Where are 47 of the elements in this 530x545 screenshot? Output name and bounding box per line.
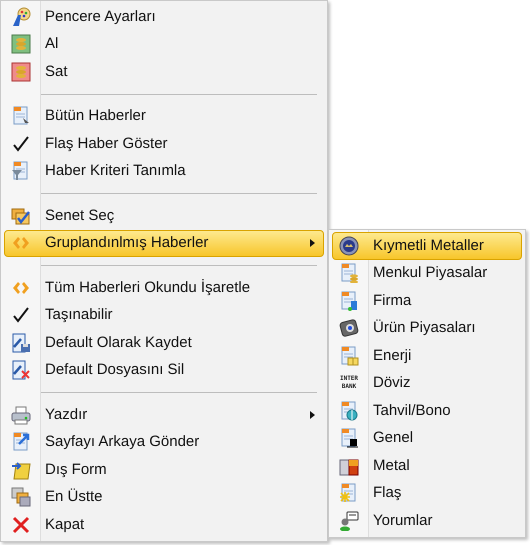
menu-item[interactable]: Kıymetli Metaller [332,232,522,260]
menu-item[interactable]: Taşınabilir [4,302,324,329]
menu-item[interactable]: En Üstte [4,484,324,511]
document-building-icon [339,290,359,311]
menu-item[interactable]: Haber Kriteri Tanımla [4,158,324,185]
save-icon [11,332,31,353]
menu-item[interactable]: Kapat [4,511,324,538]
menu-item[interactable]: Bütün Haberler [4,102,324,130]
stacked-windows-icon [11,487,31,508]
document-coins-icon [339,263,359,284]
menu-item[interactable]: Ürün Piyasaları [332,314,522,342]
medal-icon [339,236,359,256]
menu-item[interactable]: Enerji [332,342,522,370]
menu-item[interactable]: Firma [332,287,522,314]
menu-item[interactable]: Senet Seç [4,202,324,230]
menu-item[interactable]: Menkul Piyasalar [332,260,522,287]
document-grid-icon [339,346,359,366]
menu-item[interactable]: Sayfayı Arkaya Gönder [4,428,324,456]
notepad-arrow-icon [11,460,31,480]
menu-item[interactable]: Dış Form [4,456,324,484]
gauge-icon [339,318,359,338]
menu-item[interactable]: Sat [4,58,324,86]
close-icon [11,514,31,535]
menu-item[interactable]: Flaş Haber Göster [4,130,324,158]
delete-icon [11,360,31,380]
menu-item[interactable]: Tüm Haberleri Okundu İşaretle [4,274,324,302]
palette-icon [11,6,31,27]
menu-item[interactable]: Metal [332,452,522,480]
menu-item[interactable]: Genel [332,424,522,452]
printer-icon [11,404,31,425]
document-globe-icon [339,400,359,421]
coins-icon [11,62,31,82]
menu-item[interactable]: Al [4,30,324,58]
coins-icon [11,34,31,54]
menu-item[interactable]: Flaş [332,480,522,507]
menu-item[interactable]: Pencere Ayarları [4,3,324,30]
comments-icon [339,510,359,531]
folders-check-icon [11,206,31,226]
document-icon [11,106,31,126]
document-arrow-icon [11,432,31,452]
document-square-icon [339,428,359,448]
menu-item[interactable]: Tahvil/Bono [332,397,522,424]
menu-item[interactable]: Default Olarak Kaydet [4,329,324,356]
menu-item[interactable]: Yazdır [4,401,324,428]
menu-item[interactable]: Default Dosyasını Sil [4,356,324,384]
menu-item[interactable]: Yorumlar [332,507,522,534]
menu-item[interactable]: Gruplandınlmış Haberler [4,230,324,257]
